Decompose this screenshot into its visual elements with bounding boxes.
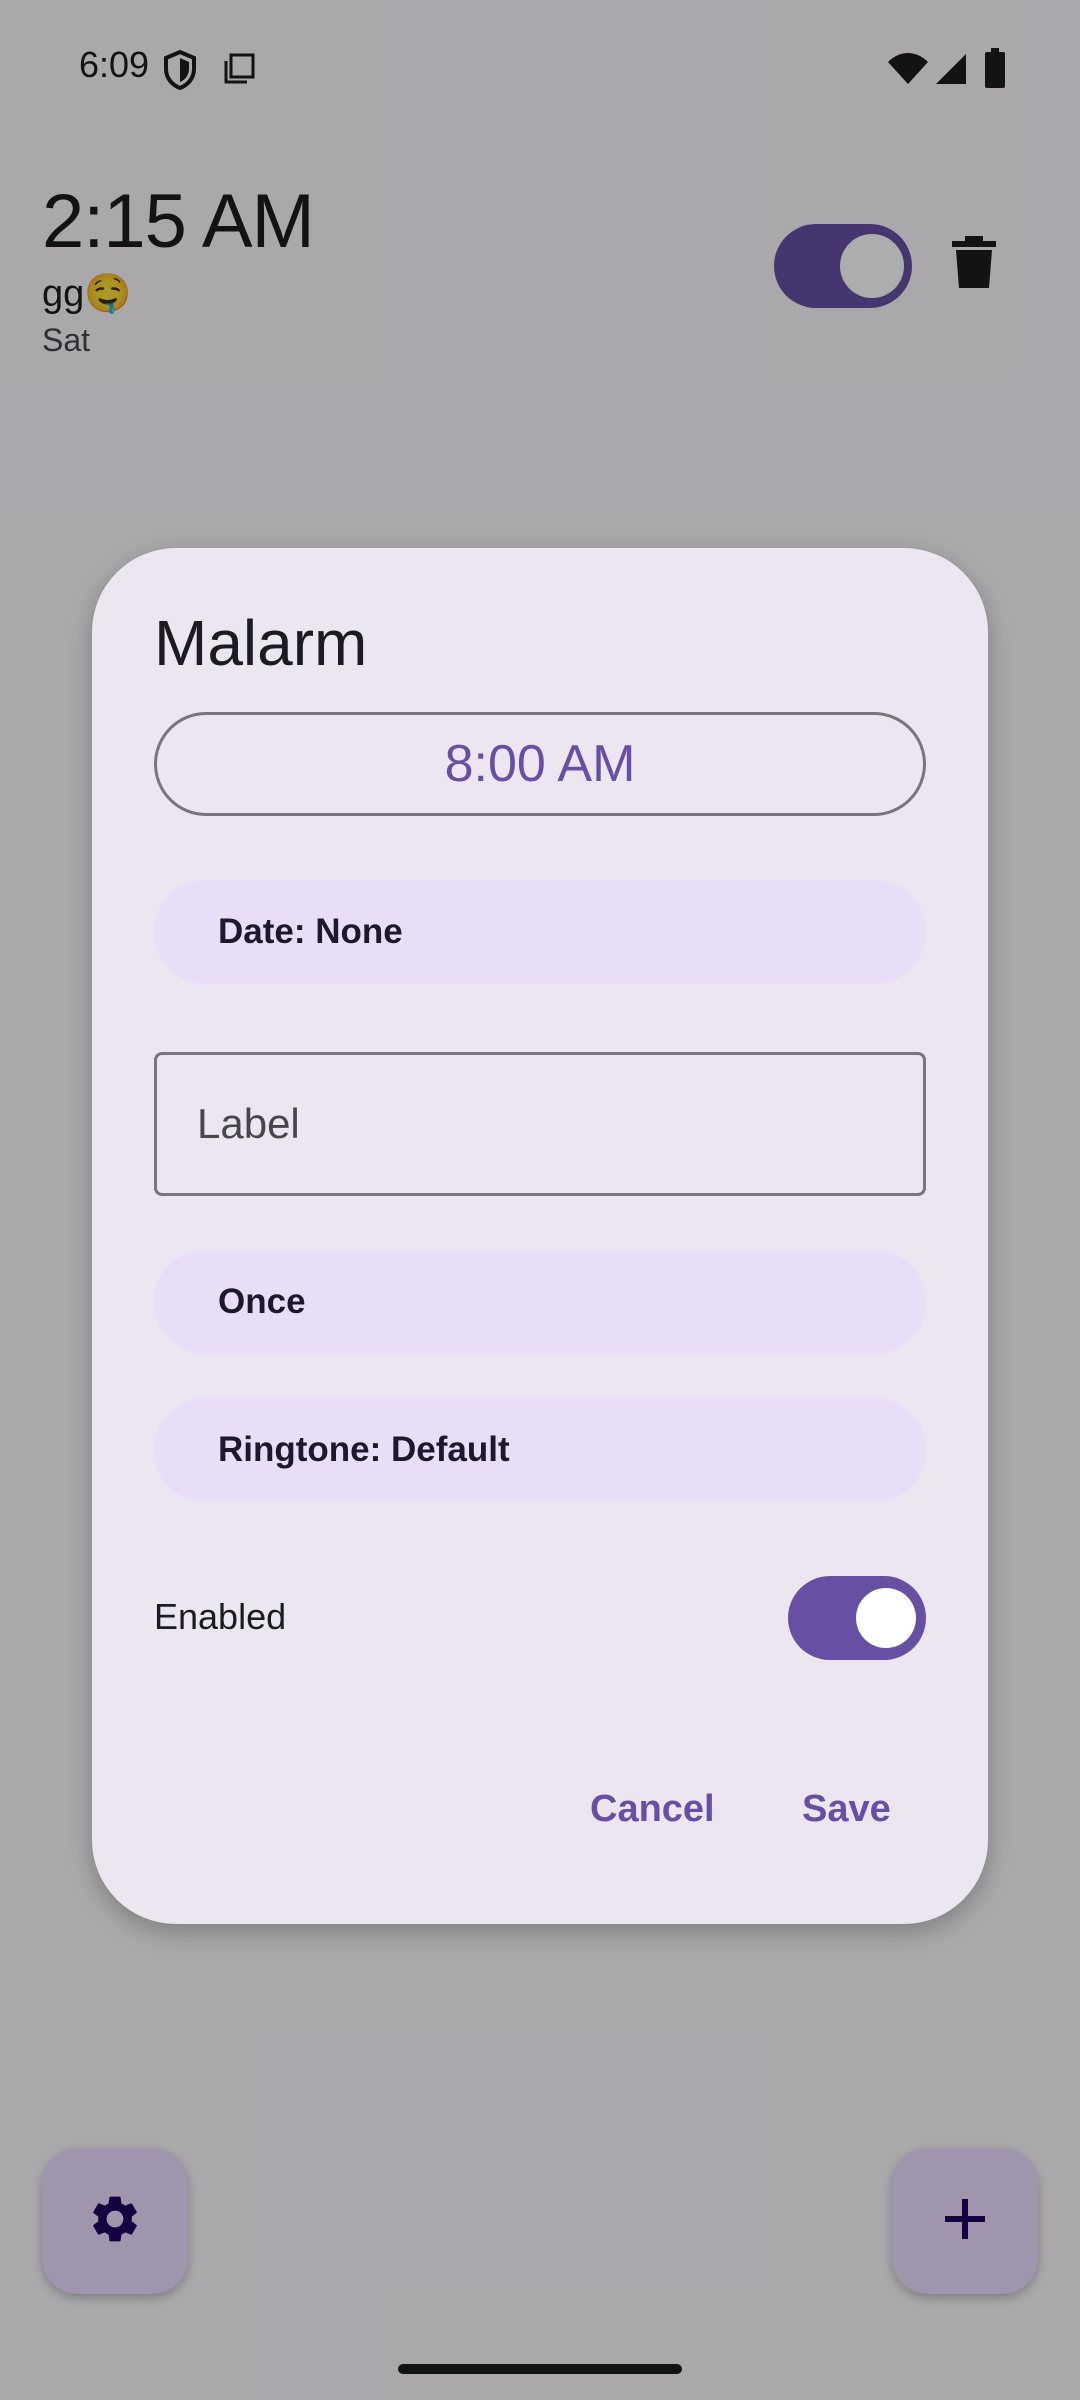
enabled-switch[interactable]	[788, 1576, 926, 1660]
switch-knob	[856, 1588, 916, 1648]
dialog-title: Malarm	[154, 607, 368, 679]
time-picker-button[interactable]: 8:00 AM	[154, 712, 926, 816]
save-button[interactable]: Save	[802, 1788, 891, 1831]
enabled-row: Enabled	[154, 1576, 926, 1660]
label-input[interactable]	[154, 1052, 926, 1196]
enabled-label: Enabled	[154, 1596, 287, 1637]
alarm-edit-dialog: Malarm 8:00 AM Date: None Once Ringtone:…	[92, 548, 988, 1924]
cancel-button[interactable]: Cancel	[590, 1788, 715, 1831]
ringtone-button[interactable]: Ringtone: Default	[154, 1398, 926, 1502]
date-picker-button[interactable]: Date: None	[154, 880, 926, 984]
repeat-button[interactable]: Once	[154, 1250, 926, 1354]
